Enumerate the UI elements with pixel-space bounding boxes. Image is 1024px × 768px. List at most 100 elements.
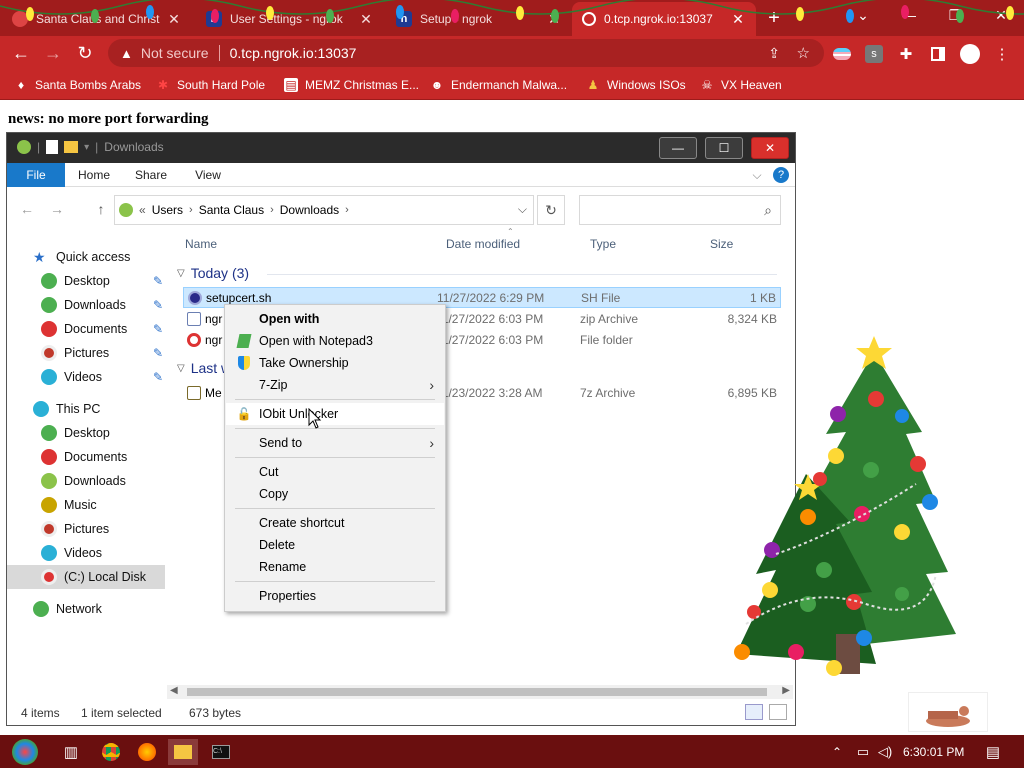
tab-user-settings[interactable]: n User Settings - ngrok ✕: [196, 2, 384, 36]
menu-item-rename[interactable]: Rename: [226, 556, 444, 578]
restore-button[interactable]: ❐: [932, 0, 978, 30]
menu-icon[interactable]: ⋮: [992, 44, 1012, 64]
bookmark-memz-christmas[interactable]: ▤ MEMZ Christmas E...: [284, 76, 419, 94]
nav-pc-videos[interactable]: Videos: [7, 541, 165, 565]
menu-item-properties[interactable]: Properties: [226, 585, 444, 607]
column-header-name[interactable]: Name: [185, 237, 217, 251]
profile-icon[interactable]: [960, 44, 980, 64]
bookmark-south-hard-pole[interactable]: ✱ South Hard Pole: [156, 76, 265, 94]
menu-item-copy[interactable]: Copy: [226, 483, 444, 505]
menu-item-iobit-unlocker[interactable]: 🔓 IObit Unlocker: [226, 403, 444, 425]
clock[interactable]: 6:30:01 PM: [903, 745, 964, 759]
window-close-button[interactable]: ✕: [978, 0, 1024, 30]
nav-this-pc[interactable]: This PC: [7, 397, 165, 421]
breadcrumb-downloads[interactable]: Downloads: [280, 203, 339, 217]
address-bar[interactable]: ▲ Not secure 0.tcp.ngrok.io:13037 ⇪ ☆: [108, 39, 824, 67]
ribbon-tab-file[interactable]: File: [7, 163, 65, 187]
column-header-type[interactable]: Type: [590, 237, 616, 251]
nav-pc-downloads[interactable]: Downloads: [7, 469, 165, 493]
help-icon[interactable]: ?: [773, 167, 789, 183]
bookmark-windows-isos[interactable]: ♟ Windows ISOs: [586, 76, 686, 94]
horizontal-scrollbar[interactable]: ◀ ▶: [167, 685, 793, 699]
breadcrumb-separator-icon[interactable]: ›: [345, 204, 349, 216]
explorer-icon[interactable]: [168, 739, 198, 765]
forward-button[interactable]: →: [40, 40, 66, 66]
nav-quick-desktop[interactable]: Desktop ✎: [7, 269, 165, 293]
url-text[interactable]: 0.tcp.ngrok.io:13037: [230, 45, 357, 61]
tab-setup[interactable]: n Setup - ngrok ✕: [386, 2, 572, 36]
close-tab-icon[interactable]: ✕: [730, 11, 746, 28]
bookmark-star-icon[interactable]: ☆: [797, 44, 810, 62]
close-tab-icon[interactable]: ✕: [546, 11, 562, 28]
explorer-minimize-button[interactable]: —: [659, 137, 697, 159]
start-icon[interactable]: [10, 737, 40, 767]
menu-item-open-with-notepad3[interactable]: Open with Notepad3: [226, 330, 444, 352]
nav-pc-documents[interactable]: Documents: [7, 445, 165, 469]
nav-quick-downloads[interactable]: Downloads ✎: [7, 293, 165, 317]
explorer-refresh-button[interactable]: ↻: [537, 195, 565, 225]
minimize-button[interactable]: —: [886, 0, 932, 30]
nav-quick-videos[interactable]: Videos ✎: [7, 365, 165, 389]
breadcrumb-separator-icon[interactable]: ›: [270, 204, 274, 216]
firefox-icon[interactable]: [132, 739, 162, 765]
explorer-address-box[interactable]: « Users › Santa Claus › Downloads › ⌵: [114, 195, 534, 225]
scrollbar-thumb[interactable]: [187, 688, 767, 696]
nav-quick-documents[interactable]: Documents ✎: [7, 317, 165, 341]
explorer-back-button[interactable]: ←: [17, 200, 37, 218]
breadcrumb-santa-claus[interactable]: Santa Claus: [199, 203, 264, 217]
column-header-size[interactable]: Size: [710, 237, 733, 251]
menu-item-send-to[interactable]: Send to ›: [226, 432, 444, 454]
scroll-left-icon[interactable]: ◀: [170, 685, 178, 696]
new-tab-button[interactable]: +: [762, 6, 786, 30]
nav-pc-music[interactable]: Music: [7, 493, 165, 517]
close-tab-icon[interactable]: ✕: [358, 11, 374, 28]
tab-santa-claus[interactable]: Santa Claus and Christ ✕: [2, 2, 192, 36]
puzzle-icon[interactable]: ✚: [896, 44, 916, 64]
nav-pc-desktop[interactable]: Desktop: [7, 421, 165, 445]
share-icon[interactable]: ⇪: [768, 45, 780, 62]
ribbon-tab-share[interactable]: Share: [131, 163, 171, 187]
breadcrumb-users[interactable]: Users: [152, 203, 183, 217]
chrome-icon[interactable]: [96, 739, 126, 765]
details-view-button[interactable]: [745, 704, 763, 720]
explorer-maximize-button[interactable]: ☐: [705, 137, 743, 159]
warning-icon[interactable]: ▲: [120, 46, 133, 61]
explorer-close-button[interactable]: ✕: [751, 137, 789, 159]
nav-network[interactable]: Network: [7, 597, 165, 621]
explorer-forward-button[interactable]: →: [47, 200, 67, 218]
tab-search-button[interactable]: ⌄: [840, 0, 886, 30]
nav-quick-access[interactable]: ★ Quick access: [7, 245, 165, 269]
tab-active-ngrok-tcp[interactable]: 0.tcp.ngrok.io:13037 ✕: [572, 2, 756, 36]
menu-item-cut[interactable]: Cut: [226, 461, 444, 483]
explorer-search-input[interactable]: ⌕: [579, 195, 781, 225]
nav-local-disk-c[interactable]: (C:) Local Disk: [7, 565, 165, 589]
customize-dropdown-icon[interactable]: ▾: [84, 142, 89, 153]
bookmark-endermanch-malware[interactable]: ☻ Endermanch Malwa...: [430, 76, 567, 94]
menu-item-create-shortcut[interactable]: Create shortcut: [226, 512, 444, 534]
menu-item-7zip[interactable]: 7-Zip ›: [226, 374, 444, 396]
flag-icon[interactable]: [832, 44, 852, 64]
new-folder-icon[interactable]: [64, 141, 79, 153]
up-folder-button[interactable]: ↑: [91, 200, 111, 218]
ribbon-tab-home[interactable]: Home: [73, 163, 115, 187]
breadcrumb-separator-icon[interactable]: ›: [189, 204, 193, 216]
column-header-date[interactable]: Date modified: [446, 237, 520, 251]
popup-close-button[interactable]: ✕: [996, 700, 1016, 720]
group-header-today[interactable]: ▽ Today (3): [177, 265, 777, 281]
volume-icon[interactable]: ◁): [870, 739, 900, 765]
explorer-titlebar[interactable]: | ▾ | Downloads — ☐ ✕: [7, 133, 795, 163]
back-button[interactable]: ←: [8, 40, 34, 66]
bookmark-santa-bombs-arabs[interactable]: ♦ Santa Bombs Arabs: [14, 76, 141, 94]
menu-item-take-ownership[interactable]: Take Ownership: [226, 352, 444, 374]
collapse-group-icon[interactable]: ▽: [177, 268, 185, 279]
nav-pc-pictures[interactable]: Pictures: [7, 517, 165, 541]
video-popup[interactable]: [908, 692, 988, 732]
bookmark-vx-heaven[interactable]: ☠ VX Heaven: [700, 76, 782, 94]
notification-icon[interactable]: ▤: [978, 739, 1008, 765]
address-history-dropdown-icon[interactable]: ⌵: [518, 202, 527, 217]
s-extension-icon[interactable]: s: [864, 44, 884, 64]
ribbon-tab-view[interactable]: View: [187, 163, 229, 187]
menu-item-delete[interactable]: Delete: [226, 534, 444, 556]
properties-icon[interactable]: [46, 140, 59, 154]
close-tab-icon[interactable]: ✕: [166, 11, 182, 28]
